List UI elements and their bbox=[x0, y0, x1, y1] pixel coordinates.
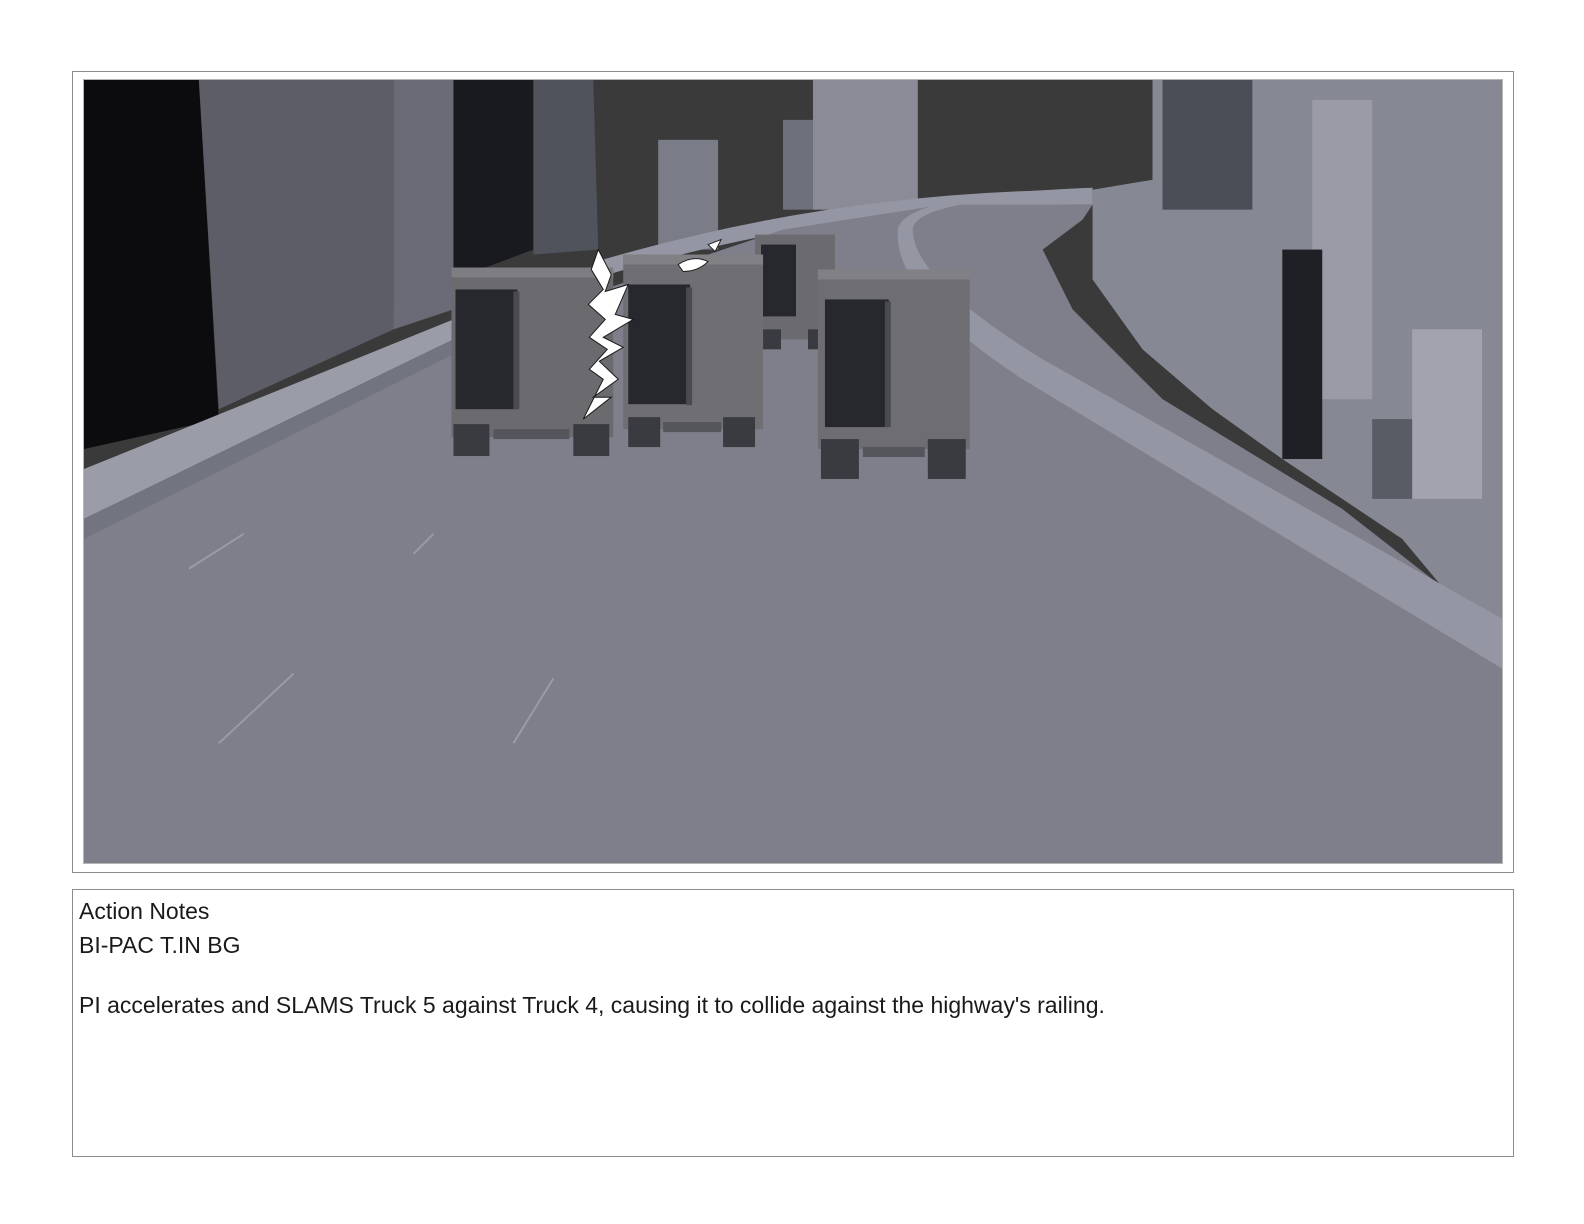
action-notes-panel: Action Notes BI-PAC T.IN BG PI accelerat… bbox=[72, 889, 1514, 1157]
left-tower-side bbox=[393, 80, 454, 330]
notes-heading: Action Notes bbox=[79, 898, 210, 924]
mid-grey-tower bbox=[533, 80, 599, 255]
action-description: PI accelerates and SLAMS Truck 5 against… bbox=[79, 992, 1105, 1018]
shot-code: BI-PAC T.IN BG bbox=[79, 932, 241, 958]
right-block-dark bbox=[1372, 419, 1413, 499]
truck-4 bbox=[623, 254, 764, 448]
previs-scene bbox=[84, 80, 1502, 863]
storyboard-frame-image bbox=[83, 79, 1503, 864]
left-dark-tower bbox=[84, 80, 219, 450]
storyboard-page: Action Notes BI-PAC T.IN BG PI accelerat… bbox=[0, 0, 1584, 1224]
mid-dark-tower bbox=[453, 80, 534, 280]
right-block bbox=[1412, 329, 1483, 499]
distant-building-3 bbox=[783, 119, 813, 210]
truck-5 bbox=[451, 267, 614, 457]
distant-building-2 bbox=[812, 80, 918, 210]
right-tower-shadow bbox=[1282, 249, 1323, 460]
right-tower-dark bbox=[1162, 80, 1253, 210]
truck-right bbox=[817, 269, 970, 479]
notes-spacer bbox=[79, 964, 1513, 990]
